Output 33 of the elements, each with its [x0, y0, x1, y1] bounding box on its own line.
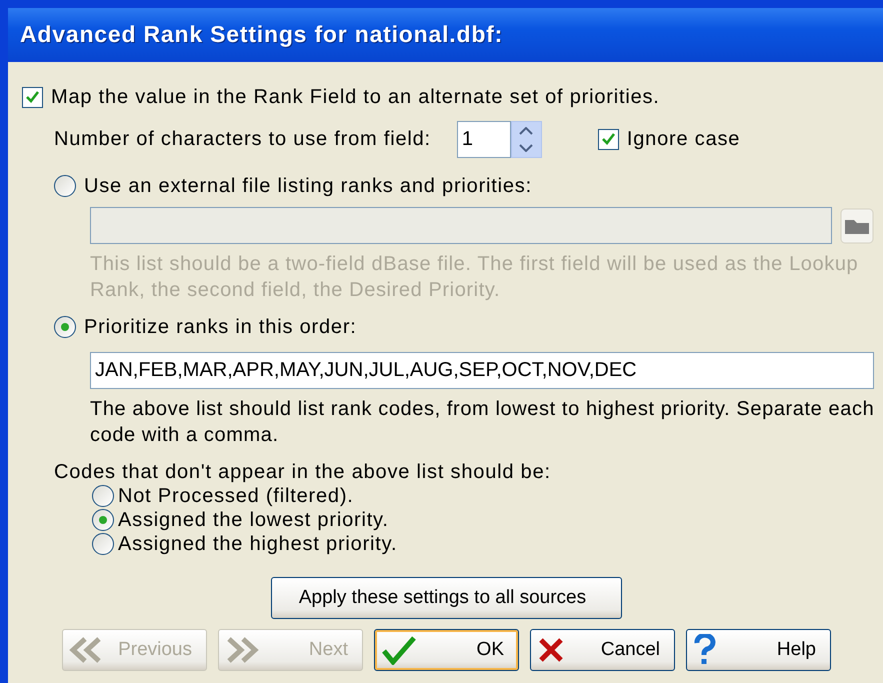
checkbox[interactable]	[598, 129, 619, 150]
number-field[interactable]: 1	[456, 121, 511, 158]
radio-button[interactable]	[92, 509, 114, 531]
apply-button[interactable]: Apply these settings to all sources	[271, 577, 622, 619]
question-mark-icon	[693, 634, 717, 666]
cross-icon	[537, 636, 565, 664]
cancel-button[interactable]: Cancel	[530, 629, 675, 671]
radio-label: Use an external file listing ranks and priorities:	[84, 174, 532, 198]
window-title: Advanced Rank Settings for national.dbf:	[8, 8, 883, 60]
radio-label: Not Processed (filtered).	[118, 484, 354, 508]
checkbox-label: Ignore case	[626, 128, 740, 151]
double-right-arrow-icon	[225, 637, 259, 663]
folder-icon[interactable]	[840, 208, 874, 244]
radio-button[interactable]	[92, 533, 114, 555]
text-field[interactable]: JAN,FEB,MAR,APR,MAY,JUN,JUL,AUG,SEP,OCT,NOV,DEC	[90, 352, 874, 389]
hint-text: This list should be a two-field dBase file. The first field will be used as the Lookup Rank, the second field, the Desired Priority.	[90, 252, 860, 303]
hint-text: The above list should list rank codes, from lowest to highest priority. Separate each code with a comma.	[90, 397, 876, 448]
radio-button[interactable]	[92, 485, 114, 507]
checkmark-icon	[381, 635, 417, 665]
checkmark-icon	[600, 132, 616, 147]
checkbox[interactable]	[22, 86, 43, 108]
ok-button[interactable]: OK	[374, 629, 519, 671]
radio-label: Assigned the lowest priority.	[118, 508, 389, 532]
radio-label: Prioritize ranks in this order:	[84, 316, 357, 338]
group-label: Codes that don't appear in the above list should be:	[54, 460, 551, 484]
double-left-arrow-icon	[69, 637, 103, 663]
checkmark-icon	[25, 90, 40, 104]
spin-buttons[interactable]	[510, 121, 542, 158]
radio-label: Assigned the highest priority.	[118, 532, 398, 556]
field-label: Number of characters to use from field:	[54, 128, 431, 151]
checkbox-label: Map the value in the Rank Field to an alternate set of priorities.	[51, 86, 660, 108]
help-button[interactable]: Help	[686, 629, 831, 671]
radio-button[interactable]	[54, 316, 76, 338]
